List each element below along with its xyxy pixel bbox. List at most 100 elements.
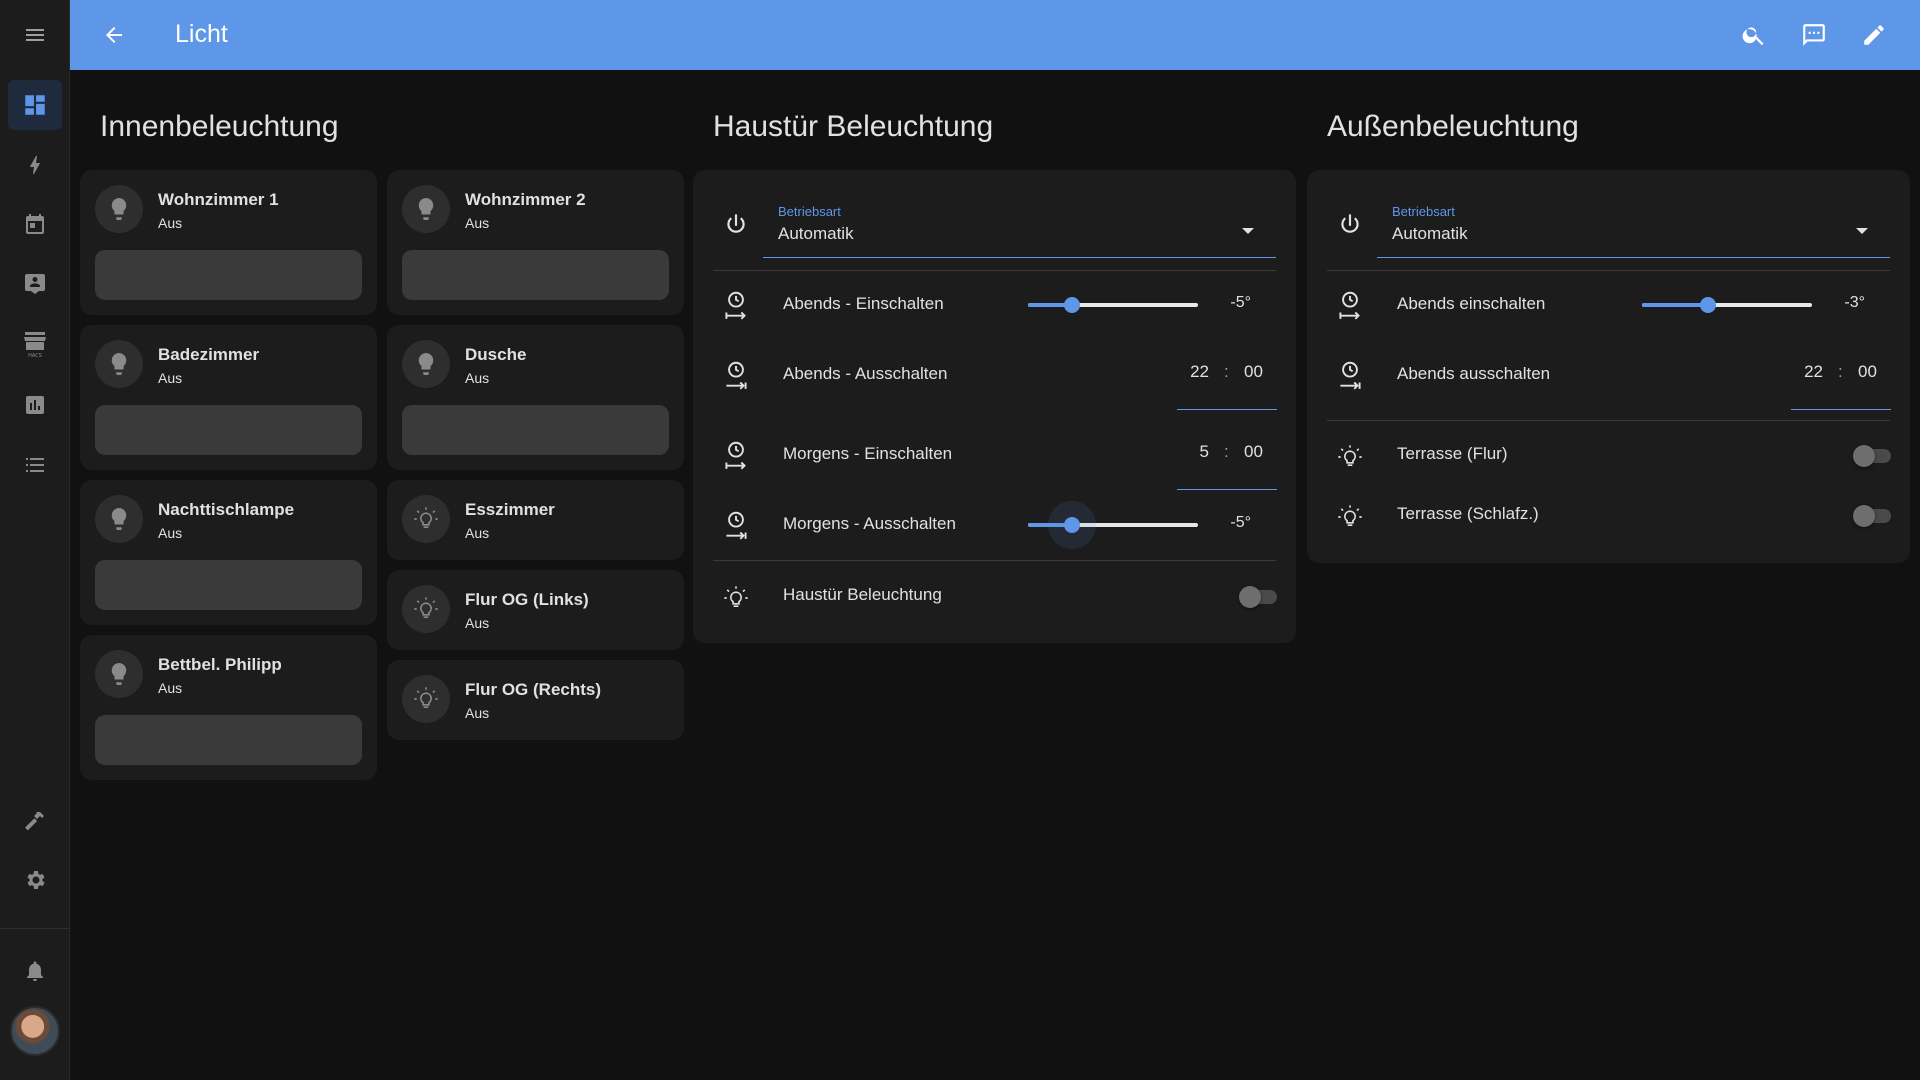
time-hour[interactable]: 5: [1200, 442, 1209, 462]
brightness-slider[interactable]: [402, 250, 669, 300]
brightness-slider[interactable]: [402, 405, 669, 455]
terrace-hall-toggle[interactable]: [1853, 445, 1891, 467]
sidebar-item-overview[interactable]: [8, 80, 62, 130]
light-name: Bettbel. Philipp: [158, 655, 282, 674]
light-card-bettbel-philipp[interactable]: Bettbel. Philipp Aus: [80, 635, 377, 780]
slider-knob[interactable]: [1064, 297, 1080, 313]
section-title-outer: Außenbeleuchtung: [1327, 110, 1579, 143]
slider-knob[interactable]: [1064, 517, 1080, 533]
sidebar-item-energy[interactable]: [8, 140, 62, 190]
sidebar-item-logbook[interactable]: [8, 259, 62, 309]
sidebar-item-developer-tools[interactable]: [8, 795, 62, 845]
slider-knob[interactable]: [1700, 297, 1716, 313]
lightbulb-icon[interactable]: [95, 185, 143, 233]
lightbulb-icon[interactable]: [95, 340, 143, 388]
row-label: Abends ausschalten: [1397, 364, 1551, 383]
lightbulb-outline-icon: [1335, 500, 1365, 534]
account-box-icon: [25, 274, 45, 294]
evening-off-time[interactable]: 22 : 00: [1177, 350, 1277, 410]
sidebar-item-hacs[interactable]: HACS: [8, 319, 62, 369]
terrace-bedroom-toggle[interactable]: [1853, 505, 1891, 527]
morning-on-time[interactable]: 5 : 00: [1177, 430, 1277, 490]
morning-off-slider[interactable]: [1028, 501, 1198, 549]
light-card-wohnzimmer-2[interactable]: Wohnzimmer 2 Aus: [387, 170, 684, 315]
select-value: Automatik: [1392, 224, 1468, 243]
time-minute[interactable]: 00: [1244, 362, 1263, 382]
caret-down-icon: [1242, 228, 1254, 234]
time-minute[interactable]: 00: [1244, 442, 1263, 462]
operating-mode-select[interactable]: Betriebsart Automatik: [1377, 190, 1890, 258]
clock-end-icon: [721, 358, 751, 392]
select-value: Automatik: [778, 224, 854, 243]
sidebar-item-notifications[interactable]: [8, 946, 62, 996]
slider-value: -5°: [1230, 294, 1251, 311]
page-title: Licht: [175, 20, 228, 48]
brightness-slider[interactable]: [95, 250, 362, 300]
search-button[interactable]: [1736, 17, 1772, 53]
row-label: Morgens - Ausschalten: [783, 514, 956, 533]
lightbulb-outline-icon[interactable]: [402, 675, 450, 723]
time-minute[interactable]: 00: [1858, 362, 1877, 382]
light-name: Nachttischlampe: [158, 500, 295, 519]
light-card-flur-og-rechts[interactable]: Flur OG (Rechts) Aus: [387, 660, 684, 740]
light-state: Aus: [158, 215, 183, 231]
edit-dashboard-button[interactable]: [1856, 17, 1892, 53]
light-state: Aus: [465, 525, 490, 541]
light-card-nachttischlampe[interactable]: Nachttischlampe Aus: [80, 480, 377, 625]
lightbulb-icon[interactable]: [402, 185, 450, 233]
lightbulb-icon[interactable]: [402, 340, 450, 388]
row-label: Terrasse (Flur): [1397, 444, 1508, 463]
comment-processing-icon: [1803, 24, 1825, 46]
lightbulb-icon[interactable]: [95, 495, 143, 543]
back-button[interactable]: [96, 17, 132, 53]
light-name: Esszimmer: [465, 500, 555, 519]
row-label: Abends einschalten: [1397, 294, 1546, 313]
time-separator: :: [1838, 362, 1843, 381]
toggle-knob: [1853, 445, 1875, 467]
chart-icon: [26, 396, 44, 414]
assist-button[interactable]: [1796, 17, 1832, 53]
light-card-flur-og-links[interactable]: Flur OG (Links) Aus: [387, 570, 684, 650]
operating-mode-select[interactable]: Betriebsart Automatik: [763, 190, 1276, 258]
time-hour[interactable]: 22: [1804, 362, 1823, 382]
light-card-badezimmer[interactable]: Badezimmer Aus: [80, 325, 377, 470]
brightness-slider[interactable]: [95, 405, 362, 455]
time-hour[interactable]: 22: [1190, 362, 1209, 382]
power-icon: [1335, 208, 1365, 242]
divider: [1327, 420, 1890, 421]
light-card-esszimmer[interactable]: Esszimmer Aus: [387, 480, 684, 560]
door-light-toggle[interactable]: [1239, 586, 1277, 608]
light-name: Wohnzimmer 1: [158, 190, 279, 209]
light-card-wohnzimmer-1[interactable]: Wohnzimmer 1 Aus: [80, 170, 377, 315]
hacs-store-icon: HACS: [24, 332, 46, 359]
menu-icon: [26, 29, 44, 41]
lightbulb-outline-icon[interactable]: [402, 585, 450, 633]
row-label: Abends - Ausschalten: [783, 364, 948, 383]
brightness-slider[interactable]: [95, 560, 362, 610]
avatar[interactable]: [10, 1006, 60, 1056]
sidebar: HACS: [0, 0, 70, 1080]
lightbulb-outline-icon: [1335, 440, 1365, 474]
evening-off-time[interactable]: 22 : 00: [1791, 350, 1891, 410]
clock-end-icon: [1335, 358, 1365, 392]
menu-button[interactable]: [8, 10, 62, 60]
entities-card-outer: Betriebsart Automatik Abends einschalten…: [1307, 170, 1910, 563]
slider-value: -5°: [1230, 514, 1251, 531]
lightbulb-icon[interactable]: [95, 650, 143, 698]
time-separator: :: [1224, 362, 1229, 381]
sidebar-item-todo[interactable]: [8, 440, 62, 490]
brightness-slider[interactable]: [95, 715, 362, 765]
light-state: Aus: [158, 525, 183, 541]
clock-start-icon: [721, 288, 751, 322]
dashboard-view: Innenbeleuchtung Wohnzimmer 1 Aus Wohnzi…: [70, 70, 1920, 1080]
row-label: Terrasse (Schlafz.): [1397, 504, 1539, 523]
lightbulb-outline-icon[interactable]: [402, 495, 450, 543]
light-card-dusche[interactable]: Dusche Aus: [387, 325, 684, 470]
evening-on-slider[interactable]: [1028, 285, 1198, 325]
light-state: Aus: [465, 705, 490, 721]
sidebar-item-calendar[interactable]: [8, 199, 62, 249]
clock-start-icon: [721, 438, 751, 472]
sidebar-item-history[interactable]: [8, 380, 62, 430]
sidebar-item-settings[interactable]: [8, 855, 62, 905]
evening-on-slider[interactable]: [1642, 285, 1812, 325]
